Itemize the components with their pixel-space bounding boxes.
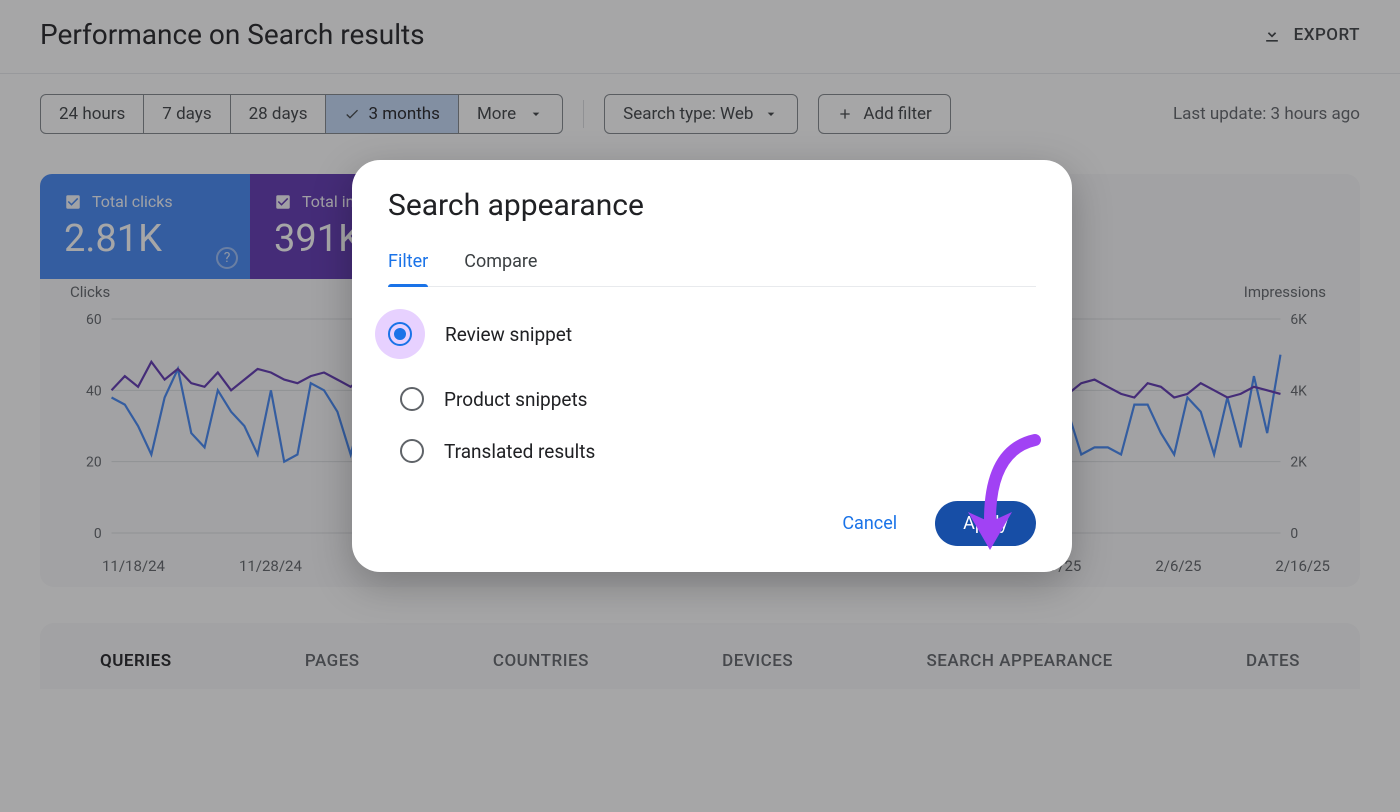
radio-unselected-icon (400, 439, 424, 463)
option-translated-results[interactable]: Translated results (388, 439, 1036, 463)
radio-unselected-icon (400, 387, 424, 411)
modal-tabs: Filter Compare (388, 241, 1036, 287)
modal-tab-filter[interactable]: Filter (388, 241, 428, 286)
modal-actions: Cancel Apply (388, 501, 1036, 546)
option-label: Review snippet (445, 323, 572, 346)
filter-options: Review snippet Product snippets Translat… (388, 287, 1036, 473)
option-product-snippets[interactable]: Product snippets (388, 387, 1036, 411)
apply-button[interactable]: Apply (935, 501, 1036, 546)
modal-title: Search appearance (388, 188, 1036, 223)
modal-tab-compare[interactable]: Compare (464, 241, 537, 286)
cancel-button[interactable]: Cancel (832, 505, 907, 542)
option-review-snippet[interactable]: Review snippet (388, 309, 1036, 359)
radio-selected-icon (388, 322, 412, 346)
selection-highlight (375, 309, 425, 359)
search-appearance-modal: Search appearance Filter Compare Review … (352, 160, 1072, 572)
option-label: Product snippets (444, 388, 588, 411)
option-label: Translated results (444, 440, 595, 463)
